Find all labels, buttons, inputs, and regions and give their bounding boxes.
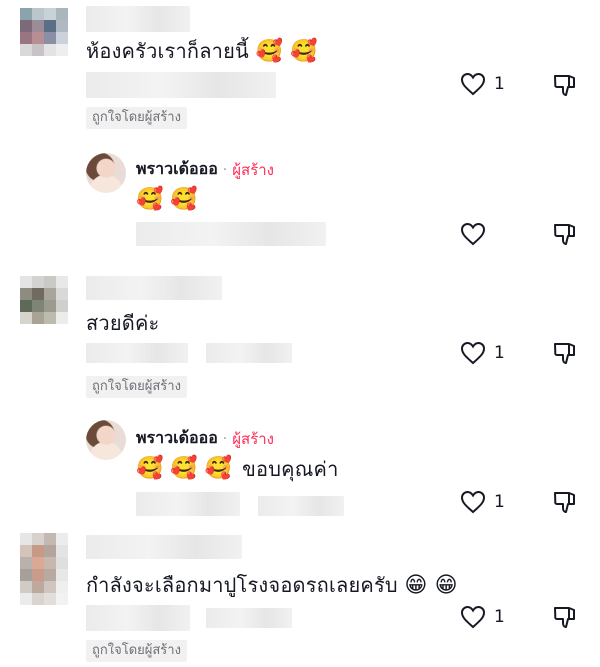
reply-text: 🥰 🥰 🥰 ขอบคุณค่า bbox=[136, 456, 339, 482]
thumbs-down-icon[interactable] bbox=[552, 489, 578, 515]
heart-outline-icon bbox=[460, 72, 486, 96]
reply-username[interactable]: พราวเด้อออ bbox=[136, 157, 218, 182]
reply-meta-blurred bbox=[136, 222, 326, 246]
like-count: 1 bbox=[494, 492, 505, 512]
like-button[interactable]: 1 bbox=[460, 341, 505, 365]
meta-blurred bbox=[206, 608, 292, 628]
comment-text: กำลังจะเลือกมาปูโรงจอดรถเลยครับ 😁 😁 bbox=[86, 572, 458, 599]
heart-outline-icon[interactable] bbox=[460, 222, 486, 246]
username-blurred[interactable] bbox=[86, 276, 222, 300]
meta-blurred bbox=[86, 343, 188, 363]
meta-blurred bbox=[86, 72, 276, 98]
reply-header: พราวเด้อออ · ผู้สร้าง bbox=[136, 426, 274, 451]
comment-text: สวยดีค่ะ bbox=[86, 310, 159, 336]
meta-blurred bbox=[86, 605, 190, 631]
comment-emoji: 🥰 🥰 bbox=[255, 39, 318, 64]
username-blurred[interactable] bbox=[86, 6, 190, 32]
separator-dot: · bbox=[222, 161, 228, 178]
creator-label: ผู้สร้าง bbox=[232, 160, 274, 179]
thumbs-down-icon[interactable] bbox=[552, 221, 578, 247]
comment-body: ห้องครัวเราก็ลายนี้ bbox=[86, 39, 249, 63]
reply-emoji: 🥰 🥰 🥰 bbox=[136, 456, 233, 481]
comment-text: ห้องครัวเราก็ลายนี้ 🥰 🥰 bbox=[86, 38, 318, 65]
creator-avatar[interactable] bbox=[86, 153, 126, 193]
heart-outline-icon bbox=[460, 341, 486, 365]
reply-header: พราวเด้อออ · ผู้สร้าง bbox=[136, 157, 274, 182]
username-blurred[interactable] bbox=[86, 535, 242, 559]
heart-outline-icon bbox=[460, 490, 486, 514]
liked-by-creator-badge: ถูกใจโดยผู้สร้าง bbox=[86, 376, 187, 398]
avatar-blurred[interactable] bbox=[20, 276, 68, 324]
creator-label: ผู้สร้าง bbox=[232, 429, 274, 448]
reply-body: ขอบคุณค่า bbox=[242, 457, 339, 481]
reply-meta-blurred bbox=[258, 496, 344, 516]
reply-meta-blurred bbox=[136, 492, 240, 516]
comment-body: สวยดีค่ะ bbox=[86, 311, 160, 335]
avatar-blurred[interactable] bbox=[20, 533, 68, 605]
liked-by-creator-badge: ถูกใจโดยผู้สร้าง bbox=[86, 640, 187, 662]
comment-emoji: 😁 😁 bbox=[404, 573, 458, 598]
thumbs-down-icon[interactable] bbox=[552, 340, 578, 366]
comment-body: กำลังจะเลือกมาปูโรงจอดรถเลยครับ bbox=[86, 573, 398, 597]
liked-by-creator-badge: ถูกใจโดยผู้สร้าง bbox=[86, 107, 187, 129]
reply-emoji: 🥰 🥰 bbox=[136, 187, 198, 212]
like-button[interactable]: 1 bbox=[460, 72, 505, 96]
like-button[interactable]: 1 bbox=[460, 490, 505, 514]
separator-dot: · bbox=[222, 430, 228, 447]
like-count: 1 bbox=[494, 607, 505, 627]
like-count: 1 bbox=[494, 74, 505, 94]
thumbs-down-icon[interactable] bbox=[552, 604, 578, 630]
like-count: 1 bbox=[494, 343, 505, 363]
thumbs-down-icon[interactable] bbox=[552, 72, 578, 98]
creator-avatar[interactable] bbox=[86, 420, 126, 460]
meta-blurred bbox=[206, 343, 292, 363]
like-button[interactable]: 1 bbox=[460, 605, 505, 629]
reply-username[interactable]: พราวเด้อออ bbox=[136, 426, 218, 451]
heart-outline-icon bbox=[460, 605, 486, 629]
avatar-blurred[interactable] bbox=[20, 8, 68, 56]
